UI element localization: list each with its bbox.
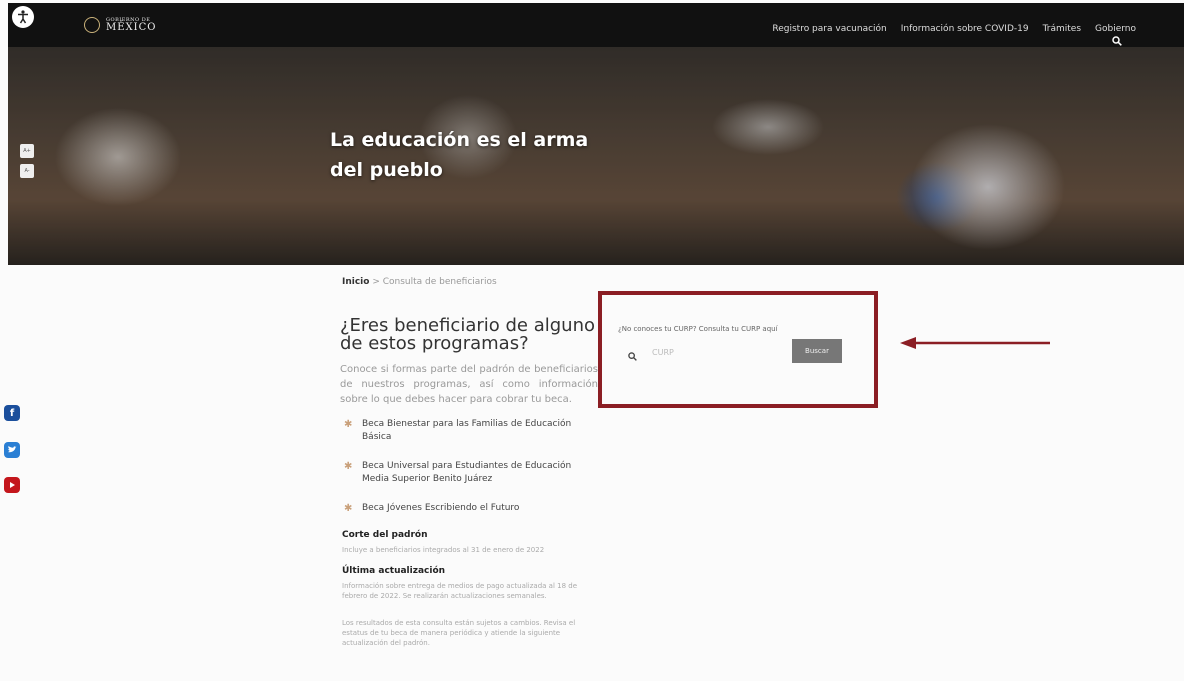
curp-input[interactable] xyxy=(650,343,784,361)
list-item: ✱ Beca Bienestar para las Familias de Ed… xyxy=(344,418,594,444)
youtube-icon[interactable] xyxy=(4,477,20,493)
corte-title: Corte del padrón xyxy=(342,530,428,540)
update-title: Última actualización xyxy=(342,566,446,576)
page-title: ¿Eres beneficiario de alguno de estos pr… xyxy=(340,315,595,354)
breadcrumb-current: Consulta de beneficiarios xyxy=(382,277,497,287)
gobierno-de-mexico-logo[interactable]: GOBIERNO DE MÉXICO xyxy=(84,17,156,33)
nav-link-tramites[interactable]: Trámites xyxy=(1043,24,1081,34)
breadcrumb-home[interactable]: Inicio xyxy=(342,277,369,287)
font-decrease-button[interactable]: A- xyxy=(20,164,34,178)
footer-note: Los resultados de esta consulta están su… xyxy=(342,619,576,647)
curp-help-link[interactable]: ¿No conoces tu CURP? Consulta tu CURP aq… xyxy=(618,325,778,333)
program-label: Beca Bienestar para las Familias de Educ… xyxy=(362,419,572,442)
breadcrumb: Inicio > Consulta de beneficiarios xyxy=(342,277,497,287)
main-nav: Registro para vacunación Información sob… xyxy=(772,24,1136,34)
nav-link-covid[interactable]: Información sobre COVID-19 xyxy=(901,24,1029,34)
bullet-icon: ✱ xyxy=(344,419,353,430)
program-label: Beca Jóvenes Escribiendo el Futuro xyxy=(362,503,520,513)
program-list: ✱ Beca Bienestar para las Familias de Ed… xyxy=(344,418,594,531)
annotation-arrow-icon xyxy=(900,337,1050,349)
twitter-icon[interactable] xyxy=(4,442,20,458)
font-increase-button[interactable]: A+ xyxy=(20,144,34,158)
accessibility-icon[interactable] xyxy=(12,6,34,28)
nav-link-gobierno[interactable]: Gobierno xyxy=(1095,24,1136,34)
facebook-icon[interactable]: f xyxy=(4,405,20,421)
list-item: ✱ Beca Jóvenes Escribiendo el Futuro xyxy=(344,502,594,515)
seal-icon xyxy=(84,17,100,33)
bullet-icon: ✱ xyxy=(344,461,353,472)
update-text: Información sobre entrega de medios de p… xyxy=(342,582,578,600)
corte-text: Incluye a beneficiarios integrados al 31… xyxy=(342,546,545,554)
bullet-icon: ✱ xyxy=(344,503,353,514)
list-item: ✱ Beca Universal para Estudiantes de Edu… xyxy=(344,460,594,486)
curp-search-panel: ¿No conoces tu CURP? Consulta tu CURP aq… xyxy=(598,291,878,408)
hero-title: La educación es el arma del pueblo xyxy=(330,129,589,181)
program-label: Beca Universal para Estudiantes de Educa… xyxy=(362,461,572,484)
nav-link-vacunacion[interactable]: Registro para vacunación xyxy=(772,24,886,34)
hero-banner: La educación es el arma del pueblo xyxy=(8,47,1184,265)
buscar-button[interactable]: Buscar xyxy=(792,339,842,363)
intro-text: Conoce si formas parte del padrón de ben… xyxy=(340,364,598,405)
breadcrumb-separator: > xyxy=(372,277,380,287)
logo-title: MÉXICO xyxy=(106,21,157,33)
search-icon xyxy=(628,346,637,365)
